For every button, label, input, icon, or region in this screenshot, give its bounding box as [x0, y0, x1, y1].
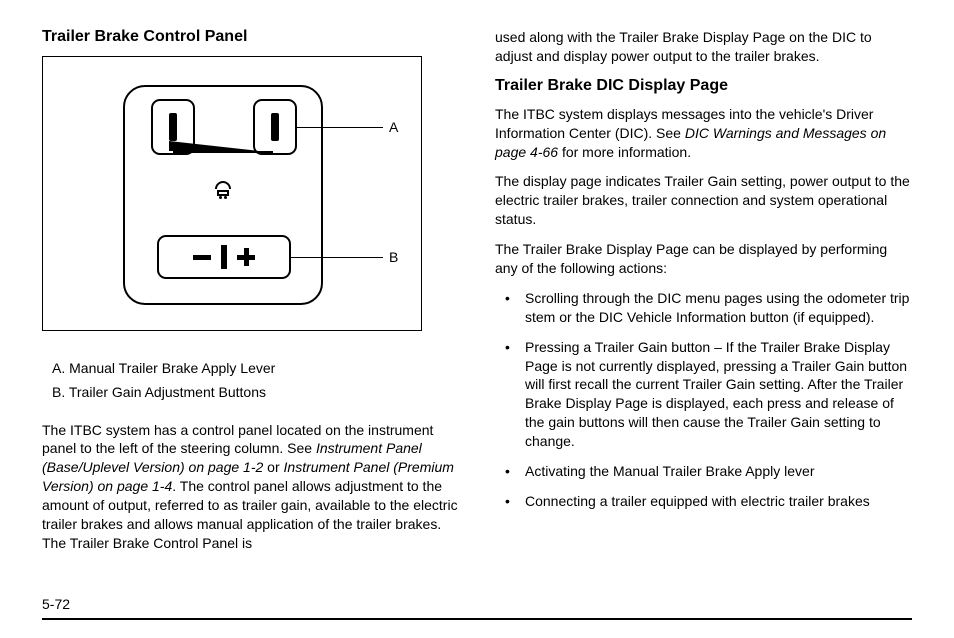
left-heading: Trailer Brake Control Panel: [42, 28, 459, 46]
callout-label-b: B: [389, 249, 398, 265]
legend-item-b: B. Trailer Gain Adjustment Buttons: [52, 381, 459, 405]
list-item: Activating the Manual Trailer Brake Appl…: [501, 462, 912, 481]
list-item: Connecting a trailer equipped with elect…: [501, 492, 912, 511]
list-item: Scrolling through the DIC menu pages usi…: [501, 289, 912, 327]
right-para1: The ITBC system displays messages into t…: [495, 105, 912, 162]
leader-line-b: [291, 257, 383, 258]
footer-rule: [42, 618, 912, 620]
gain-adjust-box: [157, 235, 291, 279]
lever-wedge: [169, 141, 259, 151]
legend-item-a: A. Manual Trailer Brake Apply Lever: [52, 357, 459, 381]
left-paragraph: The ITBC system has a control panel loca…: [42, 421, 459, 553]
right-heading: Trailer Brake DIC Display Page: [495, 77, 912, 95]
right-para2: The display page indicates Trailer Gain …: [495, 172, 912, 229]
lever-track: [173, 151, 273, 153]
right-continuation: used along with the Trailer Brake Displa…: [495, 28, 912, 66]
callout-label-a: A: [389, 119, 398, 135]
right-para3: The Trailer Brake Display Page can be di…: [495, 240, 912, 278]
minus-icon: [193, 255, 211, 260]
lever-right: [253, 99, 297, 155]
trailer-icon: [215, 181, 231, 199]
leader-line-a: [297, 127, 383, 128]
actions-list: Scrolling through the DIC menu pages usi…: [501, 289, 912, 511]
plus-icon: [237, 248, 255, 266]
control-panel-diagram: A B: [42, 56, 422, 331]
list-item: Pressing a Trailer Gain button – If the …: [501, 338, 912, 451]
divider-icon: [221, 245, 227, 269]
page-number: 5-72: [42, 596, 70, 612]
